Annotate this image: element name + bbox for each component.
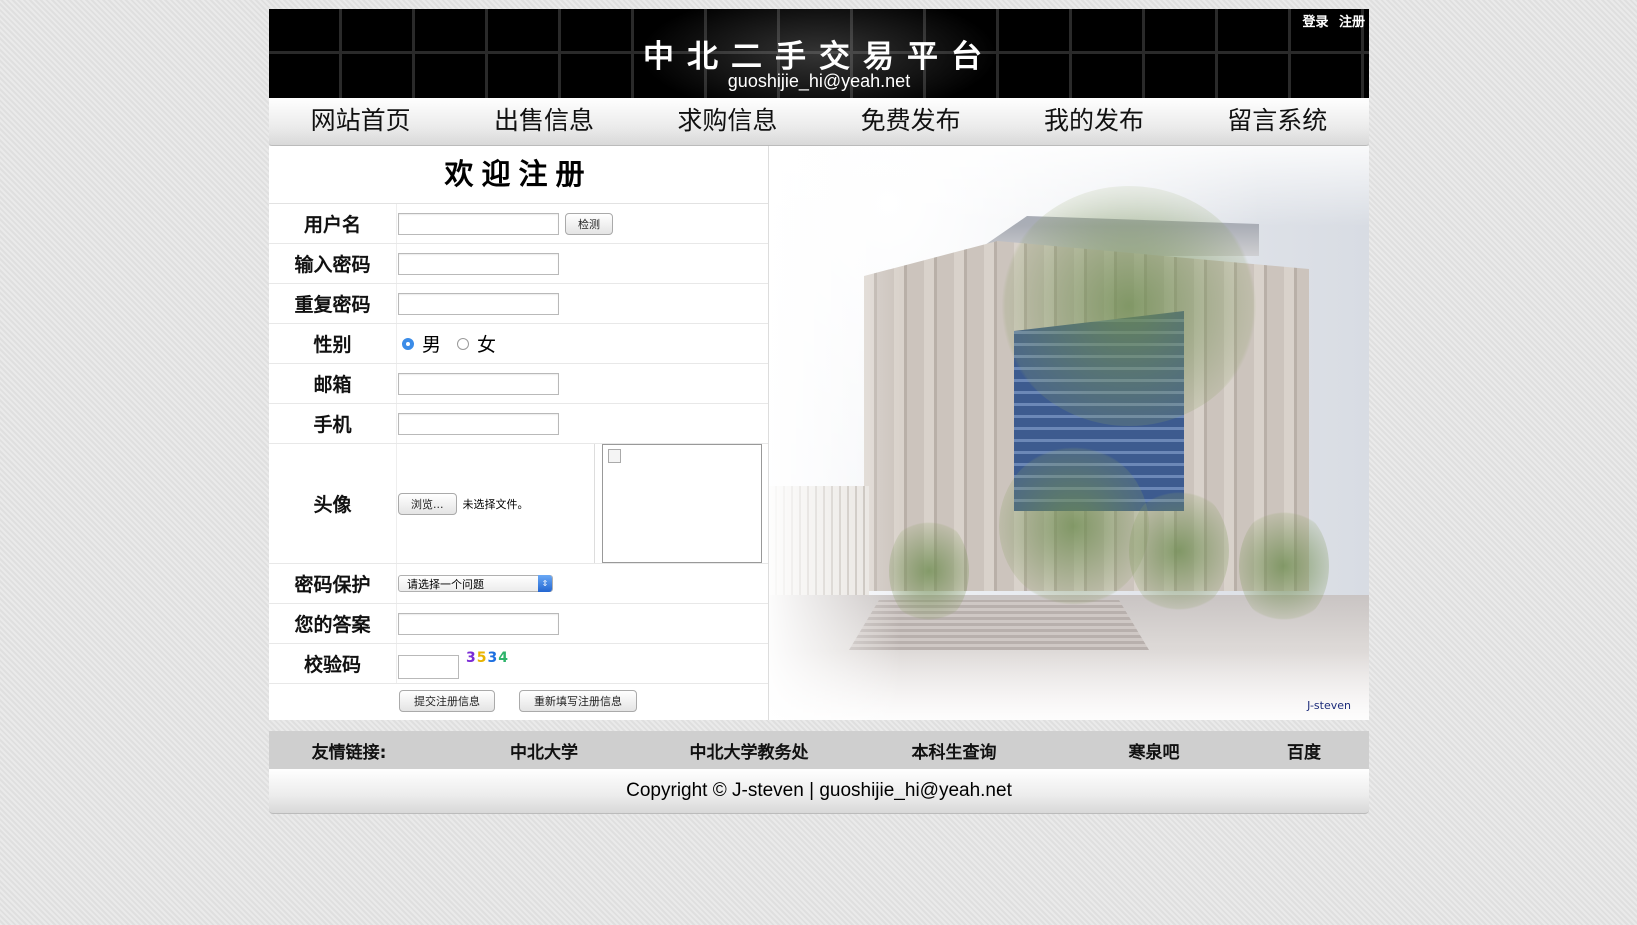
check-username-button[interactable]: 检测	[565, 212, 613, 235]
gender-male-label: 男	[422, 334, 442, 356]
link-hanquan[interactable]: 寒泉吧	[1069, 738, 1239, 763]
radio-male[interactable]	[402, 337, 414, 350]
phone-input[interactable]	[398, 412, 559, 435]
gender-male-option[interactable]: 男	[402, 330, 441, 357]
register-form: 欢迎注册 用户名 检测 输入密码 重复密码 性别 男 女 邮箱 手机 头像 浏览…	[269, 146, 769, 720]
repeat-password-label: 重复密码	[269, 284, 397, 323]
login-link[interactable]: 登录	[1302, 15, 1328, 30]
copyright: Copyright © J-steven | guoshijie_hi@yeah…	[269, 769, 1369, 814]
select-arrow-icon: ⇕	[538, 575, 552, 592]
nav-my-posts[interactable]: 我的发布	[1002, 98, 1185, 145]
link-undergrad-query[interactable]: 本科生查询	[839, 738, 1069, 763]
friend-links-label: 友情链接:	[311, 742, 387, 763]
link-nuc[interactable]: 中北大学	[429, 738, 659, 763]
password-label: 输入密码	[269, 244, 397, 283]
username-row: 用户名 检测	[269, 204, 768, 244]
avatar-row: 头像 浏览... 未选择文件。	[269, 444, 768, 564]
gender-female-option[interactable]: 女	[457, 330, 496, 357]
captcha-digit: 5	[476, 649, 488, 666]
phone-row: 手机	[269, 404, 768, 444]
email-input[interactable]	[398, 372, 559, 395]
captcha-image[interactable]: 3534	[466, 650, 509, 666]
gender-row: 性别 男 女	[269, 324, 768, 364]
repeat-password-row: 重复密码	[269, 284, 768, 324]
security-question-select[interactable]: 请选择一个问题 ⇕	[398, 575, 553, 592]
gender-female-label: 女	[477, 334, 497, 356]
email-label: 邮箱	[269, 364, 397, 403]
friend-links-bar: 友情链接: 中北大学 中北大学教务处 本科生查询 寒泉吧 百度	[269, 731, 1369, 769]
security-question-label: 密码保护	[269, 564, 397, 603]
photo-signature: J-steven	[1307, 699, 1351, 712]
repeat-password-input[interactable]	[398, 292, 559, 315]
campus-building-photo: J-steven	[769, 146, 1369, 720]
main-content: 欢迎注册 用户名 检测 输入密码 重复密码 性别 男 女 邮箱 手机 头像 浏览…	[269, 146, 1369, 720]
captcha-digit: 4	[498, 649, 509, 666]
broken-image-icon	[608, 449, 621, 463]
captcha-digit: 3	[487, 649, 499, 666]
gender-label: 性别	[269, 324, 397, 363]
reset-button[interactable]: 重新填写注册信息	[519, 689, 637, 712]
account-links: 登录 注册	[1296, 11, 1365, 30]
submit-button[interactable]: 提交注册信息	[399, 689, 495, 712]
radio-female[interactable]	[457, 337, 470, 350]
password-row: 输入密码	[269, 244, 768, 284]
nav-sell[interactable]: 出售信息	[452, 98, 635, 145]
avatar-label: 头像	[269, 444, 397, 563]
username-label: 用户名	[269, 204, 397, 243]
link-baidu[interactable]: 百度	[1239, 738, 1369, 763]
security-question-value: 请选择一个问题	[407, 577, 484, 591]
site-email: guoshijie_hi@yeah.net	[727, 71, 911, 91]
password-input[interactable]	[398, 252, 559, 275]
site-header: 中北二手交易平台 guoshijie_hi@yeah.net 登录 注册	[269, 9, 1369, 98]
answer-row: 您的答案	[269, 604, 768, 644]
nav-home[interactable]: 网站首页	[269, 98, 452, 145]
answer-label: 您的答案	[269, 604, 397, 643]
link-nuc-academic[interactable]: 中北大学教务处	[659, 738, 839, 763]
captcha-digit: 3	[466, 649, 477, 666]
nav-buy[interactable]: 求购信息	[636, 98, 819, 145]
captcha-input[interactable]	[398, 654, 459, 679]
page-container: 中北二手交易平台 guoshijie_hi@yeah.net 登录 注册 网站首…	[269, 9, 1369, 814]
answer-input[interactable]	[398, 612, 559, 635]
register-link[interactable]: 注册	[1339, 15, 1365, 30]
phone-label: 手机	[269, 404, 397, 443]
form-title: 欢迎注册	[269, 146, 768, 204]
security-question-row: 密码保护 请选择一个问题 ⇕	[269, 564, 768, 604]
main-nav: 网站首页 出售信息 求购信息 免费发布 我的发布 留言系统	[269, 98, 1369, 146]
form-actions: 提交注册信息 重新填写注册信息	[269, 684, 768, 717]
captcha-label: 校验码	[269, 644, 397, 683]
username-input[interactable]	[398, 212, 559, 235]
nav-publish[interactable]: 免费发布	[819, 98, 1002, 145]
nav-messages[interactable]: 留言系统	[1186, 98, 1369, 145]
avatar-preview	[602, 444, 762, 563]
site-title: 中北二手交易平台	[643, 39, 995, 75]
email-row: 邮箱	[269, 364, 768, 404]
browse-file-button[interactable]: 浏览...	[398, 492, 457, 515]
file-status-text: 未选择文件。	[462, 497, 529, 511]
captcha-row: 校验码 3534	[269, 644, 768, 684]
